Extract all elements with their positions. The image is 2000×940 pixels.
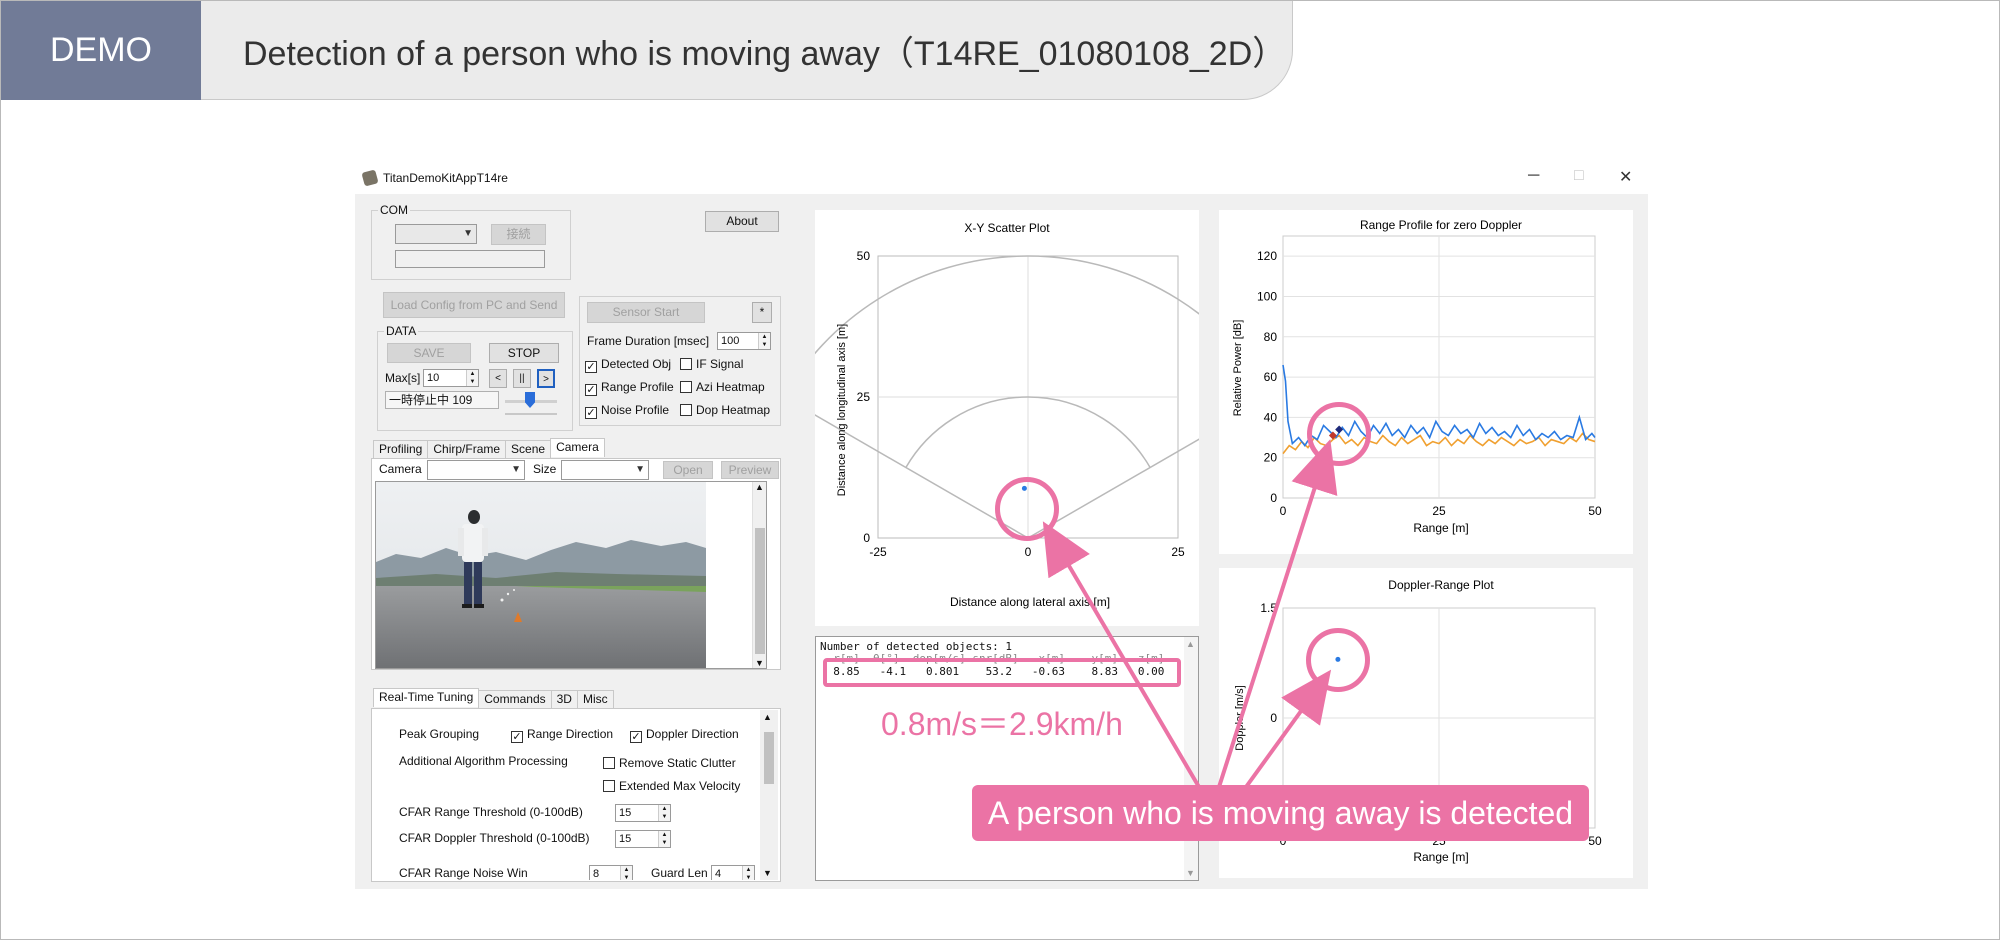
arrow-to-doppler-point [1244, 669, 1332, 789]
highlight-ring-xy [995, 477, 1059, 541]
highlight-values-row [823, 658, 1181, 687]
slide: DEMO Detection of a person who is moving… [0, 0, 2000, 940]
detection-callout: A person who is moving away is detected [972, 785, 1589, 841]
arrow-to-range-peak [1217, 439, 1338, 788]
speed-annotation: 0.8m/s＝2.9km/h [881, 706, 1123, 742]
highlight-ring-doppler [1306, 628, 1370, 692]
highlight-ring-range [1307, 402, 1371, 466]
